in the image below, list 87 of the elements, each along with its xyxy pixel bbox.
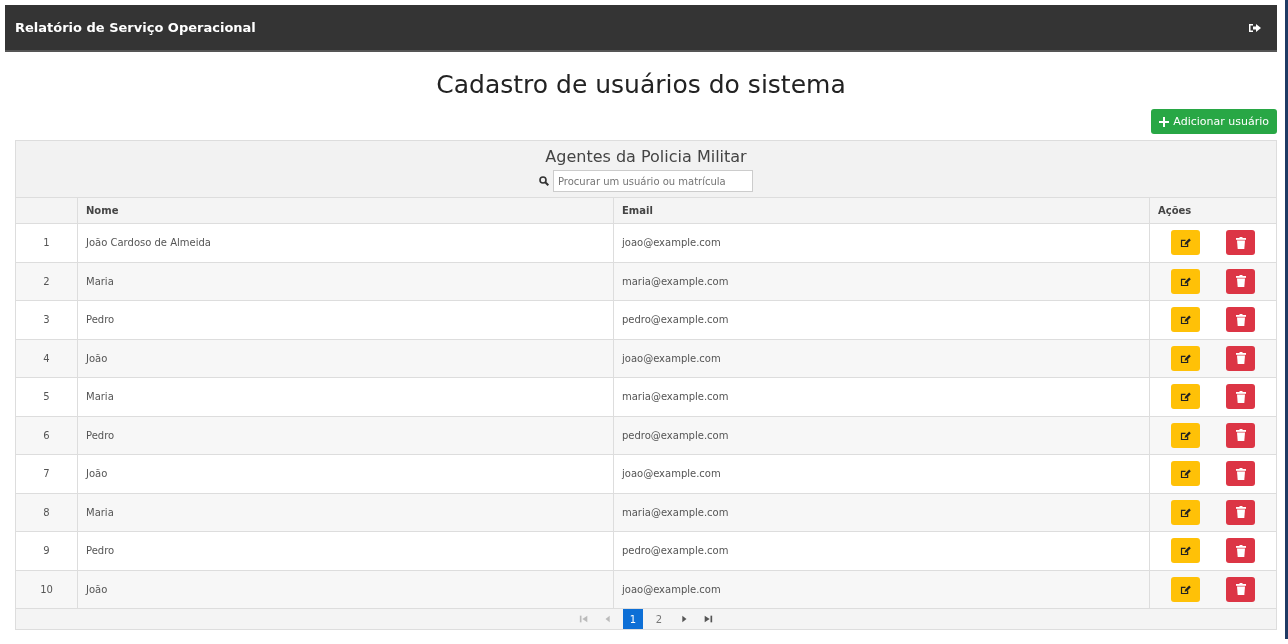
row-number: 8 [16, 493, 78, 532]
edit-icon [1180, 545, 1191, 557]
edit-button[interactable] [1171, 345, 1200, 371]
email-cell: joao@example.com [614, 570, 1150, 609]
row-number: 5 [16, 378, 78, 417]
name-cell: João [78, 339, 614, 378]
edit-button[interactable] [1171, 422, 1200, 448]
email-cell: maria@example.com [614, 378, 1150, 417]
edit-button[interactable] [1171, 268, 1200, 294]
logout-icon[interactable] [1249, 22, 1261, 33]
page-button[interactable]: 2 [649, 609, 669, 629]
edit-icon [1180, 429, 1191, 441]
delete-button[interactable] [1226, 461, 1255, 487]
column-header: Ações [1150, 198, 1276, 224]
delete-button[interactable] [1226, 268, 1255, 294]
first-page-icon [579, 614, 589, 624]
column-header: Email [614, 198, 1150, 224]
edit-button[interactable] [1171, 499, 1200, 525]
name-cell: João Cardoso de Almeida [78, 224, 614, 263]
plus-icon [1159, 116, 1170, 127]
edit-button[interactable] [1171, 307, 1200, 333]
name-cell: Maria [78, 378, 614, 417]
delete-button[interactable] [1226, 422, 1255, 448]
name-cell: João [78, 570, 614, 609]
edit-button[interactable] [1171, 461, 1200, 487]
edit-icon [1180, 506, 1191, 518]
search-icon [539, 176, 549, 186]
name-cell: Pedro [78, 532, 614, 571]
next-page-icon [679, 614, 689, 624]
app-title: Relatório de Serviço Operacional [15, 20, 256, 35]
email-cell: pedro@example.com [614, 416, 1150, 455]
email-cell: joao@example.com [614, 224, 1150, 263]
edit-button[interactable] [1171, 230, 1200, 256]
trash-icon [1235, 313, 1246, 326]
edit-button[interactable] [1171, 384, 1200, 410]
delete-button[interactable] [1226, 538, 1255, 564]
edit-icon [1180, 314, 1191, 326]
edit-button[interactable] [1171, 538, 1200, 564]
row-number: 10 [16, 570, 78, 609]
trash-icon [1235, 544, 1246, 557]
trash-icon [1235, 390, 1246, 403]
edit-icon [1180, 352, 1191, 364]
trash-icon [1235, 275, 1246, 288]
name-cell: Pedro [78, 416, 614, 455]
row-number: 1 [16, 224, 78, 263]
name-cell: Maria [78, 493, 614, 532]
column-header: Nome [78, 198, 614, 224]
edit-button[interactable] [1171, 576, 1200, 602]
row-number: 7 [16, 455, 78, 494]
trash-icon [1235, 236, 1246, 249]
edit-icon [1180, 583, 1191, 595]
row-number: 9 [16, 532, 78, 571]
email-cell: pedro@example.com [614, 301, 1150, 340]
name-cell: Pedro [78, 301, 614, 340]
delete-button[interactable] [1226, 499, 1255, 525]
edit-icon [1180, 275, 1191, 287]
delete-button[interactable] [1226, 576, 1255, 602]
row-number: 2 [16, 262, 78, 301]
email-cell: maria@example.com [614, 493, 1150, 532]
delete-button[interactable] [1226, 384, 1255, 410]
prev-page-icon [603, 614, 613, 624]
edit-icon [1180, 468, 1191, 480]
name-cell: Maria [78, 262, 614, 301]
name-cell: João [78, 455, 614, 494]
edit-icon [1180, 237, 1191, 249]
trash-icon [1235, 583, 1246, 596]
email-cell: joao@example.com [614, 455, 1150, 494]
page-title: Cadastro de usuários do sistema [435, 70, 847, 99]
add-user-button[interactable]: Adicionar usuário [1151, 109, 1277, 134]
table-caption: Agentes da Policia Militar [544, 147, 748, 166]
email-cell: pedro@example.com [614, 532, 1150, 571]
row-number: 3 [16, 301, 78, 340]
trash-icon [1235, 506, 1246, 519]
row-number: 6 [16, 416, 78, 455]
email-cell: joao@example.com [614, 339, 1150, 378]
trash-icon [1235, 352, 1246, 365]
email-cell: maria@example.com [614, 262, 1150, 301]
delete-button[interactable] [1226, 230, 1255, 256]
delete-button[interactable] [1226, 345, 1255, 371]
row-number: 4 [16, 339, 78, 378]
page-button[interactable]: 1 [623, 609, 643, 629]
edit-icon [1180, 391, 1191, 403]
trash-icon [1235, 467, 1246, 480]
delete-button[interactable] [1226, 307, 1255, 333]
search-field[interactable]: Procurar um usuário ou matrícula [553, 170, 753, 192]
trash-icon [1235, 429, 1246, 442]
last-page-icon [703, 614, 713, 624]
